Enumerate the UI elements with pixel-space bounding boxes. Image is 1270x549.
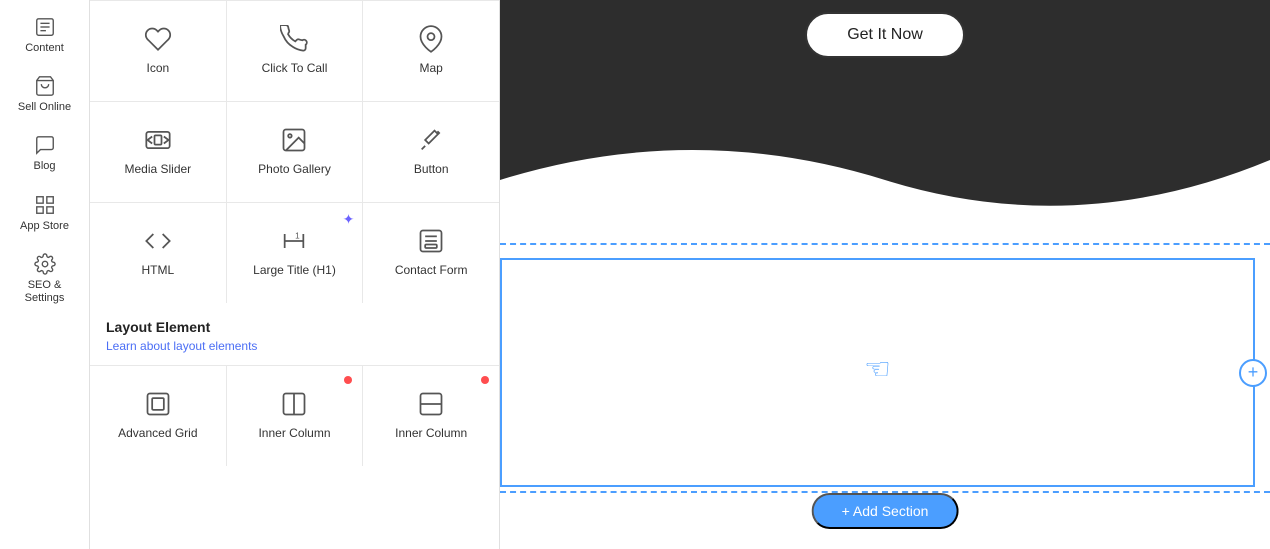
sidebar-item-content-label: Content: [25, 42, 64, 55]
widgets-panel: Icon Click To Call Map Media Slider Phot…: [90, 0, 500, 549]
widget-media-slider[interactable]: Media Slider: [90, 102, 226, 202]
inner-column-icon: [280, 390, 308, 418]
widget-large-title-label: Large Title (H1): [253, 263, 336, 279]
phone-icon: [280, 25, 308, 53]
svg-text:1: 1: [296, 232, 301, 241]
widget-inner-column-1-label: Inner Column: [258, 426, 330, 442]
sidebar: Content Sell Online Blog App Store SEO &…: [0, 0, 90, 549]
widget-inner-column-2[interactable]: Inner Column: [363, 366, 499, 466]
widget-contact-form-label: Contact Form: [395, 263, 468, 279]
ai-badge-icon: ✦: [343, 211, 355, 228]
sidebar-item-seo-label: SEO & Settings: [9, 279, 81, 305]
layout-section-header: Layout Element Learn about layout elemen…: [90, 303, 499, 365]
sidebar-item-sell-label: Sell Online: [18, 101, 71, 114]
wave-svg: [500, 120, 1270, 240]
widget-click-to-call-label: Click To Call: [262, 61, 328, 77]
sidebar-item-appstore-label: App Store: [20, 220, 69, 233]
sidebar-item-app-store[interactable]: App Store: [5, 186, 85, 241]
widgets-grid: Icon Click To Call Map Media Slider Phot…: [90, 0, 499, 303]
add-section-button[interactable]: + Add Section: [812, 493, 959, 529]
gear-icon: [34, 253, 56, 275]
sidebar-item-seo[interactable]: SEO & Settings: [5, 245, 85, 313]
sidebar-item-blog-label: Blog: [33, 160, 55, 173]
sidebar-item-blog[interactable]: Blog: [5, 126, 85, 181]
dashed-top-border: [500, 243, 1270, 245]
heart-icon: [144, 25, 172, 53]
widget-button-label: Button: [414, 162, 449, 178]
advanced-grid-icon: [144, 390, 172, 418]
canvas: Get It Now + ☜ + Add Section: [500, 0, 1270, 549]
drag-cursor-icon: ☜: [864, 352, 891, 387]
widget-icon[interactable]: Icon: [90, 1, 226, 101]
widget-large-title[interactable]: ✦ 1 Large Title (H1): [227, 203, 363, 303]
badge-dot-2-icon: [481, 376, 489, 384]
selected-section-box[interactable]: + ☜: [500, 258, 1255, 487]
map-pin-icon: [417, 25, 445, 53]
widget-inner-column-2-label: Inner Column: [395, 426, 467, 442]
widget-click-to-call[interactable]: Click To Call: [227, 1, 363, 101]
inner-column-v-icon: [417, 390, 445, 418]
hero-button-container: Get It Now: [500, 12, 1270, 58]
widget-map[interactable]: Map: [363, 1, 499, 101]
grid-icon: [34, 194, 56, 216]
widget-icon-label: Icon: [146, 61, 169, 77]
chat-icon: [34, 134, 56, 156]
widget-map-label: Map: [419, 61, 442, 77]
layout-learn-link[interactable]: Learn about layout elements: [90, 339, 499, 365]
code-icon: [144, 227, 172, 255]
widget-contact-form[interactable]: Contact Form: [363, 203, 499, 303]
button-icon: [417, 126, 445, 154]
widget-photo-gallery[interactable]: Photo Gallery: [227, 102, 363, 202]
widget-html[interactable]: HTML: [90, 203, 226, 303]
widget-advanced-grid[interactable]: Advanced Grid: [90, 366, 226, 466]
add-column-button[interactable]: +: [1239, 359, 1267, 387]
layout-widgets-grid: Advanced Grid Inner Column Inner Column: [90, 365, 499, 466]
widget-advanced-grid-label: Advanced Grid: [118, 426, 197, 442]
widget-media-slider-label: Media Slider: [124, 162, 191, 178]
sidebar-item-content[interactable]: Content: [5, 8, 85, 63]
widget-photo-gallery-label: Photo Gallery: [258, 162, 331, 178]
h1-icon: 1: [280, 227, 308, 255]
widget-button[interactable]: Button: [363, 102, 499, 202]
badge-dot-icon: [344, 376, 352, 384]
photo-gallery-icon: [280, 126, 308, 154]
sidebar-item-sell-online[interactable]: Sell Online: [5, 67, 85, 122]
get-it-now-button[interactable]: Get It Now: [805, 12, 965, 58]
cart-icon: [34, 75, 56, 97]
form-icon: [417, 227, 445, 255]
widget-html-label: HTML: [141, 263, 174, 279]
media-slider-icon: [144, 126, 172, 154]
content-icon: [34, 16, 56, 38]
widget-inner-column-1[interactable]: Inner Column: [227, 366, 363, 466]
layout-section-title: Layout Element: [90, 303, 499, 339]
